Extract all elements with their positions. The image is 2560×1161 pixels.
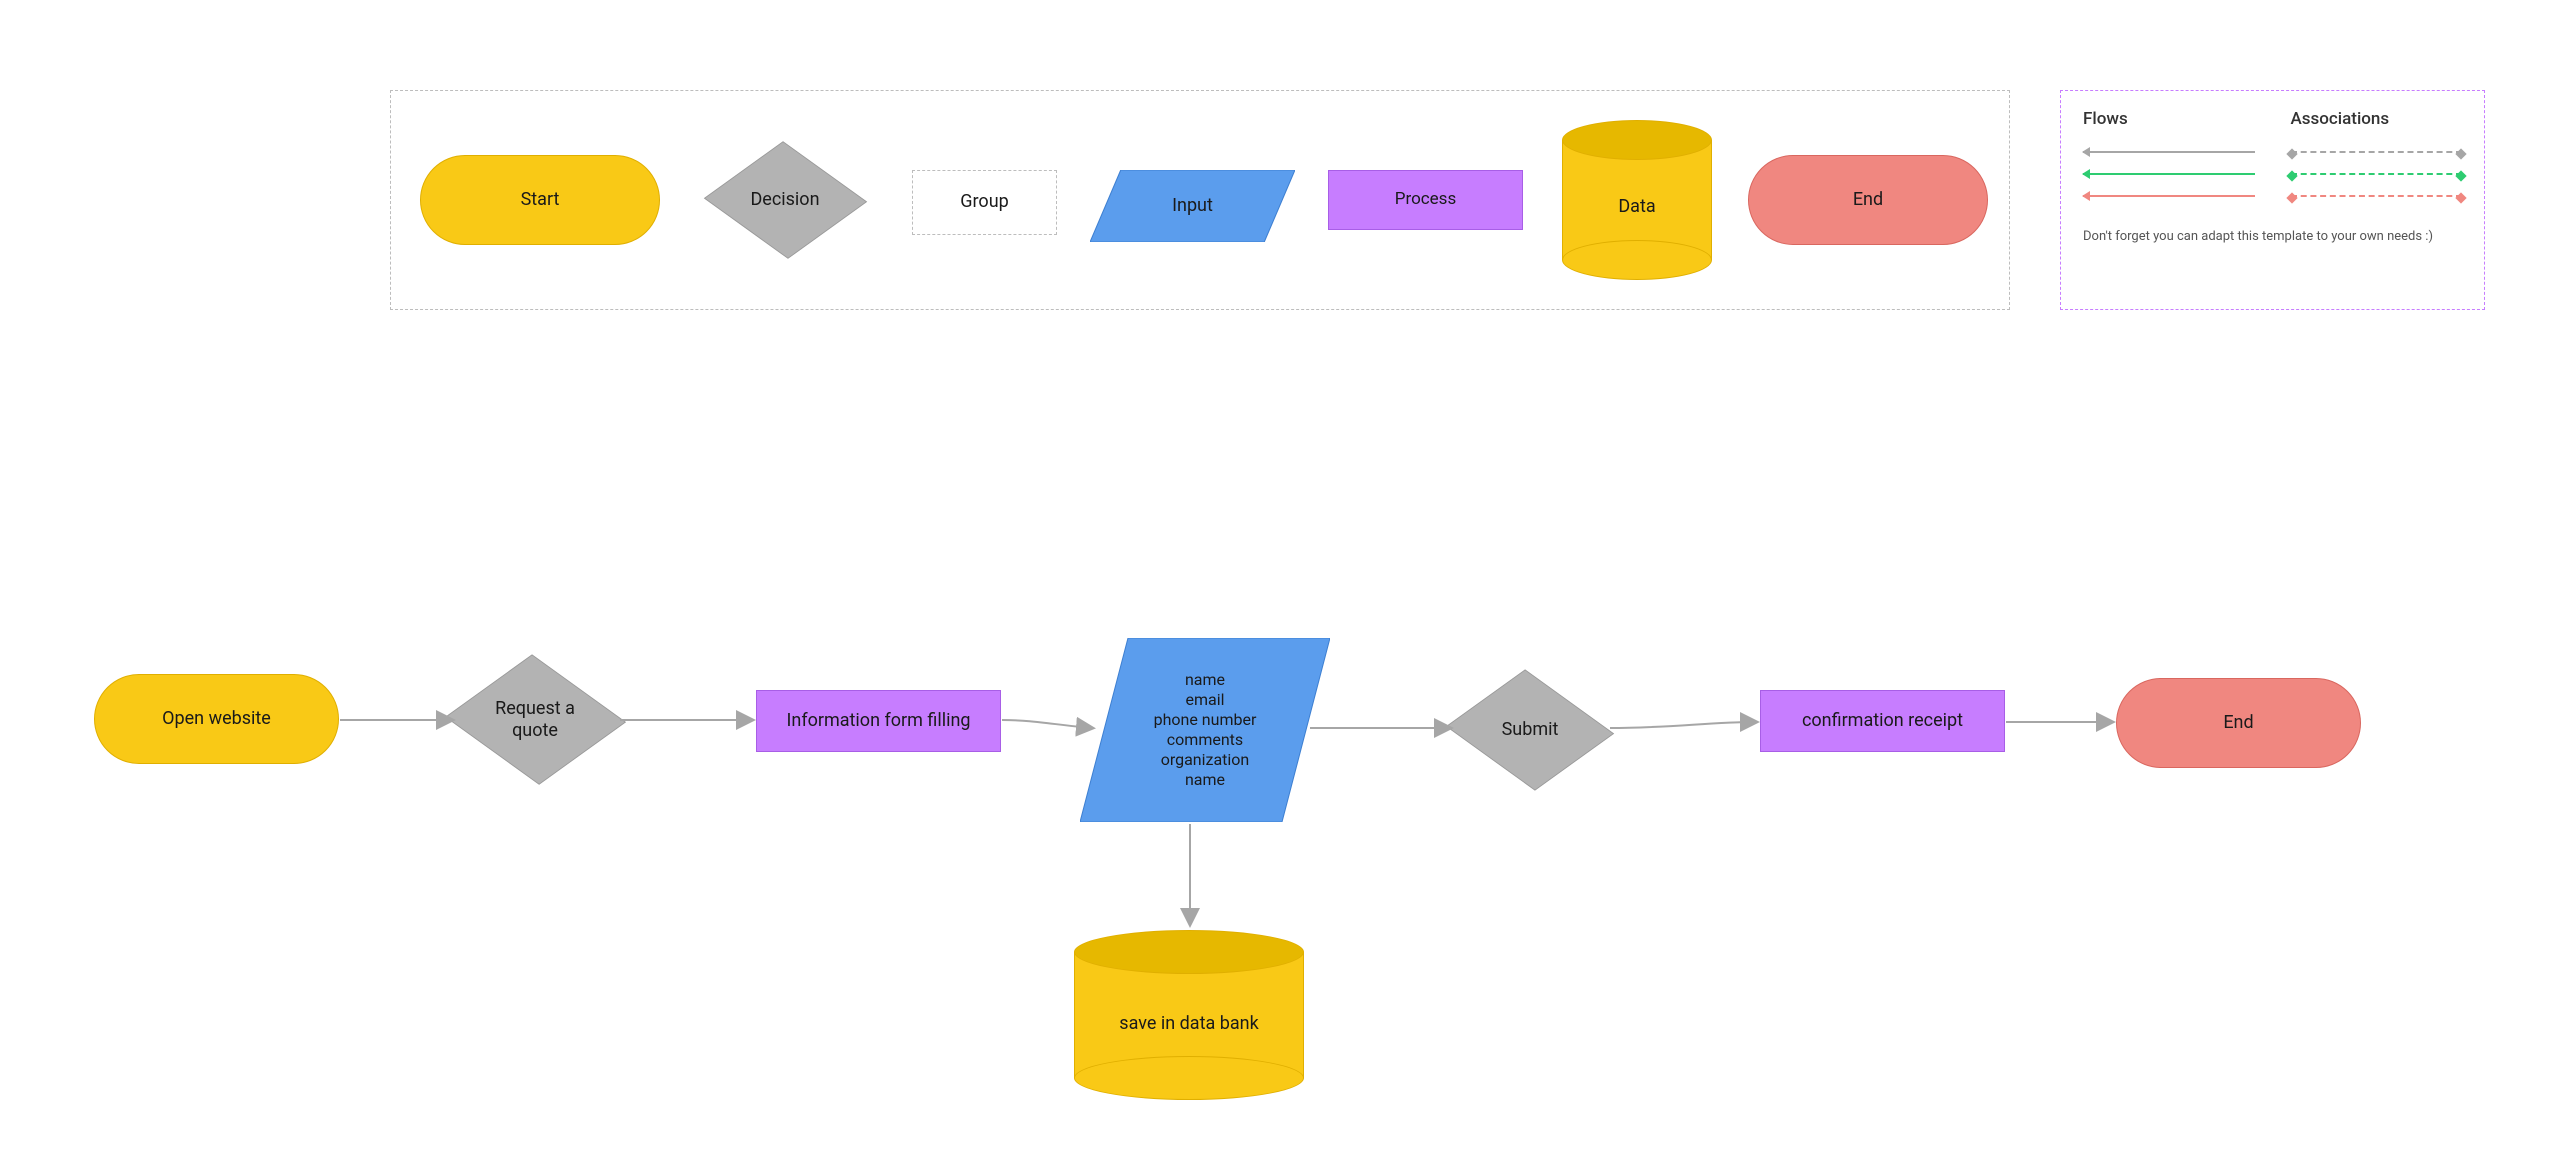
node-input-fields[interactable]: name email phone number comments organiz… [1080, 638, 1330, 822]
node-open-website-label: Open website [162, 708, 271, 731]
legend-data-shape[interactable]: Data [1562, 120, 1712, 280]
flows-header: Flows [2083, 109, 2255, 129]
node-confirmation[interactable]: confirmation receipt [1760, 690, 2005, 752]
node-info-form-label: Information form filling [787, 710, 971, 733]
legend-end-label: End [1853, 189, 1883, 212]
legend-group-label: Group [960, 191, 1008, 214]
legend-start-label: Start [521, 189, 560, 212]
legend-note: Don't forget you can adapt this template… [2083, 229, 2462, 244]
node-end[interactable]: End [2116, 678, 2361, 768]
node-data-bank-label: save in data bank [1119, 1013, 1258, 1036]
node-end-label: End [2223, 712, 2253, 735]
node-submit[interactable]: Submit [1440, 650, 1620, 810]
node-request-quote[interactable]: Request a quote [440, 632, 630, 808]
legend-input-shape[interactable]: Input [1090, 170, 1295, 242]
legend-end-shape[interactable]: End [1748, 155, 1988, 245]
node-data-bank[interactable]: save in data bank [1074, 930, 1304, 1100]
node-info-form[interactable]: Information form filling [756, 690, 1001, 752]
node-confirmation-label: confirmation receipt [1802, 710, 1963, 733]
legend-group-shape[interactable]: Group [912, 170, 1057, 235]
legend-decision-label: Decision [750, 189, 819, 212]
node-submit-label: Submit [1502, 719, 1559, 742]
node-input-fields-label: name email phone number comments organiz… [1154, 670, 1257, 790]
associations-header: Associations [2291, 109, 2463, 129]
node-open-website[interactable]: Open website [94, 674, 339, 764]
legend-decision-shape[interactable]: Decision [700, 120, 870, 280]
node-request-quote-label: Request a quote [495, 698, 575, 743]
legend-process-shape[interactable]: Process [1328, 170, 1523, 230]
legend-input-label: Input [1172, 195, 1213, 218]
legend-data-label: Data [1618, 196, 1655, 219]
legend-process-label: Process [1395, 189, 1456, 210]
legend-start-shape[interactable]: Start [420, 155, 660, 245]
legend-info-panel: Flows Associations Don't forget you can … [2060, 90, 2485, 310]
